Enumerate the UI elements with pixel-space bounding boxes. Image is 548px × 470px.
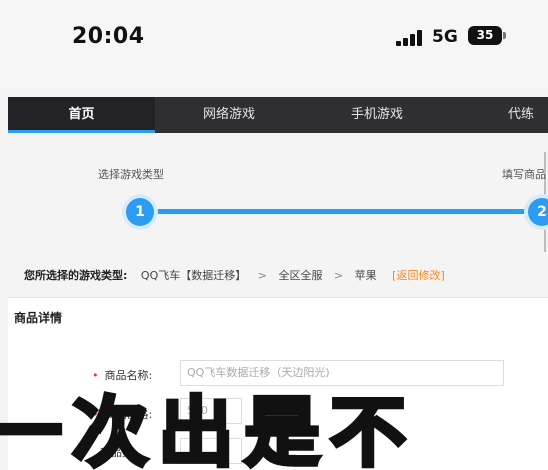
selection-label: 您所选择的游戏类型: [24,269,128,282]
network-type: 5G [432,27,458,47]
selected-server: 全区全服 [278,269,323,282]
tab-mobile-games[interactable]: 手机游戏 [303,97,451,133]
phone-screen: 20:04 5G 35 首页 网络游戏 手机游戏 代练 选择游戏类型 填写商品 … [0,0,548,470]
return-edit-link[interactable]: [返回修改] [392,269,445,282]
step-progress-line [140,209,540,214]
clock: 20:04 [72,24,145,49]
required-marker: • [92,408,99,421]
step1-dot: 1 [126,198,154,226]
product-price-label: • 商品价格: [92,408,153,421]
signal-strength-icon [396,30,426,46]
main-nav: 首页 网络游戏 手机游戏 代练 [8,97,548,133]
details-form [8,336,548,470]
product-quantity-label: 商品数 [100,446,133,459]
step1-label: 选择游戏类型 [98,168,164,181]
selection-breadcrumb: 您所选择的游戏类型: QQ飞车【数据迁移】 > 全区全服 > 苹果 [返回修改] [24,267,445,283]
product-name-input[interactable]: QQ飞车数据迁移（天边阳光) [180,360,504,386]
tab-home[interactable]: 首页 [8,97,155,133]
product-name-label: • 商品名称: [92,369,153,382]
selected-platform: 苹果 [354,269,377,282]
selected-game: QQ飞车【数据迁移】 [140,269,247,282]
battery-tip [503,32,506,39]
breadcrumb-separator: > [257,269,267,282]
step2-dot: 2 [528,198,548,226]
details-title: 商品详情 [14,311,63,325]
breadcrumb-separator: > [333,269,344,282]
details-header: 商品详情 [8,297,548,337]
tab-boosting[interactable]: 代练 [508,97,548,133]
product-quantity-input[interactable] [180,438,242,464]
battery-icon: 35 [468,26,502,45]
product-price-input[interactable]: 500 [180,398,242,424]
status-bar: 20:04 5G 35 [0,0,548,88]
battery-level: 35 [476,28,494,42]
tab-online-games[interactable]: 网络游戏 [155,97,303,133]
required-marker: • [92,369,99,382]
step2-label: 填写商品 [502,168,546,181]
